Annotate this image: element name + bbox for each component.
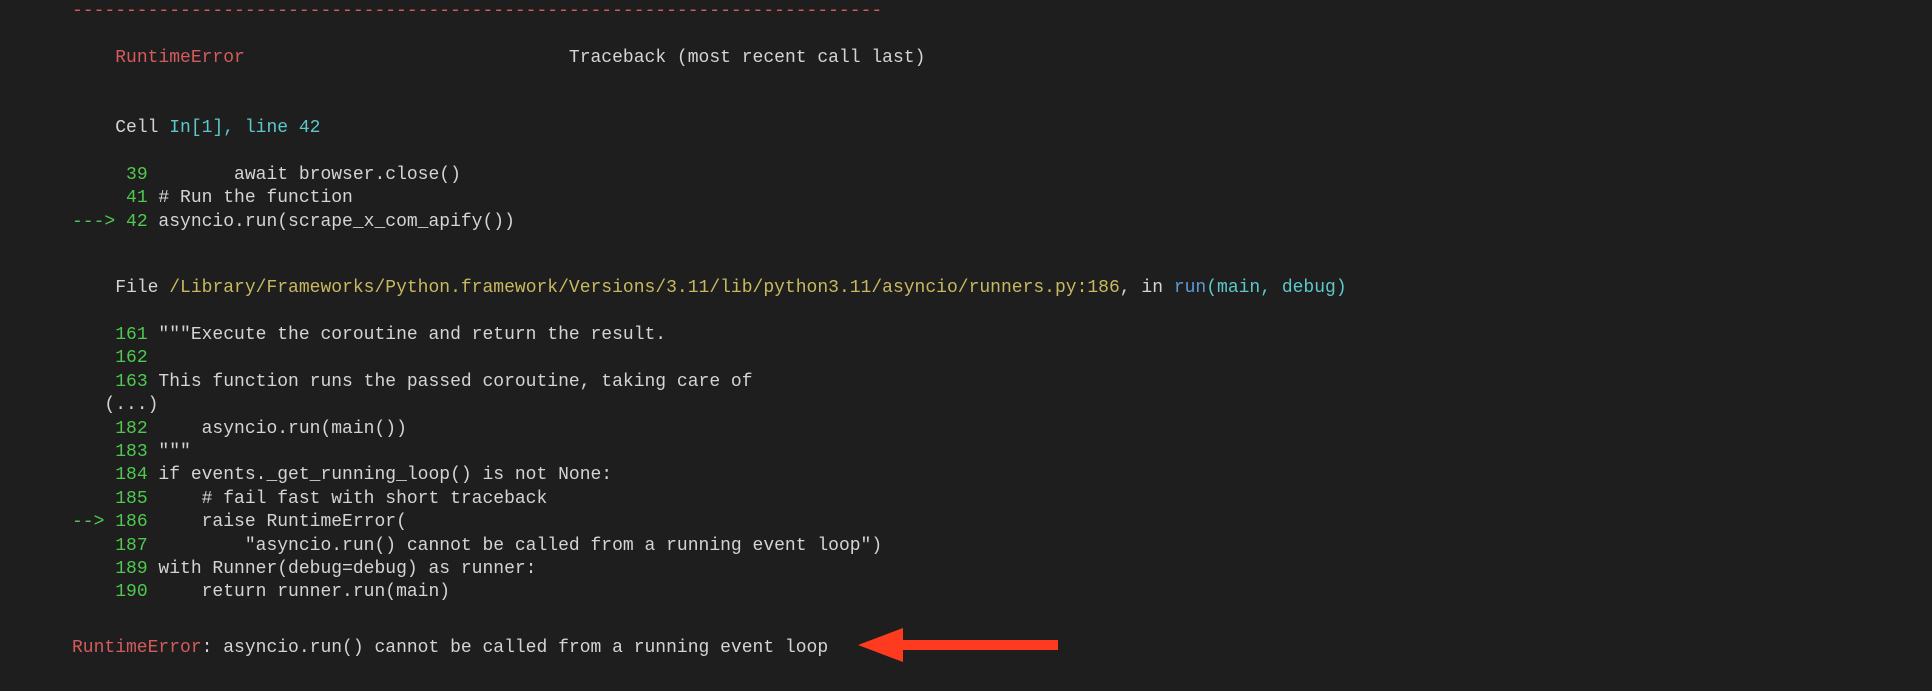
line-number: 184 [115, 465, 147, 485]
code-text: "asyncio.run() cannot be called from a r… [148, 536, 883, 556]
line-arrow [72, 465, 115, 485]
cell-prefix: Cell [115, 118, 169, 138]
code-line: --> 186 raise RuntimeError( [72, 511, 1892, 534]
code-line: 39 await browser.close() [72, 164, 1892, 187]
line-arrow [72, 419, 115, 439]
line-number: 42 [126, 212, 148, 232]
line-number: 183 [115, 442, 147, 462]
code-line: ---> 42 asyncio.run(scrape_x_com_apify()… [72, 211, 1892, 234]
code-line: 185 # fail fast with short traceback [72, 488, 1892, 511]
code-text: return runner.run(main) [148, 582, 450, 602]
code-line: 182 asyncio.run(main()) [72, 418, 1892, 441]
code-text: """Execute the coroutine and return the … [148, 325, 666, 345]
code-line: 161 """Execute the coroutine and return … [72, 324, 1892, 347]
line-arrow [72, 165, 126, 185]
line-number: 182 [115, 419, 147, 439]
code-text: """ [148, 442, 191, 462]
line-arrow [72, 582, 115, 602]
line-arrow [72, 395, 104, 415]
line-arrow [72, 188, 126, 208]
line-arrow [72, 348, 115, 368]
file-sep: , in [1120, 278, 1174, 298]
code-line: (...) [72, 394, 1892, 417]
line-number: 187 [115, 536, 147, 556]
line-number: 189 [115, 559, 147, 579]
code-line: 184 if events._get_running_loop() is not… [72, 464, 1892, 487]
error-header-line: RuntimeError Traceback (most recent call… [72, 23, 1892, 93]
file-prefix: File [115, 278, 169, 298]
exception-class: RuntimeError [115, 48, 245, 68]
code-text: asyncio.run(scrape_x_com_apify()) [148, 212, 515, 232]
code-text: # fail fast with short traceback [148, 489, 548, 509]
code-line: 187 "asyncio.run() cannot be called from… [72, 535, 1892, 558]
line-arrow [72, 536, 115, 556]
traceback-label: Traceback (most recent call last) [569, 48, 925, 68]
code-text: raise RuntimeError( [148, 512, 407, 532]
code-line: 183 """ [72, 441, 1892, 464]
final-error-line: RuntimeError: asyncio.run() cannot be ca… [72, 625, 1892, 673]
final-error-message: asyncio.run() cannot be called from a ru… [223, 638, 828, 658]
code-text: # Run the function [148, 188, 353, 208]
line-number: 163 [115, 372, 147, 392]
final-sep: : [202, 638, 224, 658]
line-arrow: ---> [72, 212, 126, 232]
line-number: 161 [115, 325, 147, 345]
line-number: 186 [115, 512, 147, 532]
cell-reference: In[1], line 42 [169, 118, 320, 138]
line-arrow: --> [72, 512, 115, 532]
code-line: 163 This function runs the passed corout… [72, 371, 1892, 394]
line-number: 185 [115, 489, 147, 509]
code-line: 189 with Runner(debug=debug) as runner: [72, 558, 1892, 581]
separator-line: ----------------------------------------… [72, 0, 1892, 23]
code-text: This function runs the passed coroutine,… [148, 372, 753, 392]
code-text: await browser.close() [148, 165, 461, 185]
line-number: 41 [126, 188, 148, 208]
code-text: if events._get_running_loop() is not Non… [148, 465, 612, 485]
line-arrow [72, 372, 115, 392]
line-number: 162 [115, 348, 147, 368]
arrow-icon [858, 625, 1058, 665]
line-arrow [72, 325, 115, 345]
file-func: run [1174, 278, 1206, 298]
line-arrow [72, 442, 115, 462]
code-line: 41 # Run the function [72, 187, 1892, 210]
code-text [148, 348, 159, 368]
line-arrow [72, 489, 115, 509]
final-exception-class: RuntimeError [72, 638, 202, 658]
line-number: 190 [115, 582, 147, 602]
code-text: asyncio.run(main()) [148, 419, 407, 439]
code-line: 190 return runner.run(main) [72, 581, 1892, 604]
code-line: 162 [72, 347, 1892, 370]
line-arrow [72, 559, 115, 579]
line-number: (...) [104, 395, 158, 415]
code-text: with Runner(debug=debug) as runner: [148, 559, 537, 579]
cell-code-block: 39 await browser.close() 41 # Run the fu… [72, 164, 1892, 234]
file-code-block: 161 """Execute the coroutine and return … [72, 324, 1892, 605]
file-func-args: (main, debug) [1206, 278, 1346, 298]
traceback-output: ----------------------------------------… [0, 0, 1932, 673]
cell-header: Cell In[1], line 42 [72, 94, 1892, 164]
file-path: /Library/Frameworks/Python.framework/Ver… [169, 278, 1120, 298]
annotation-arrow [858, 625, 1058, 673]
file-header: File /Library/Frameworks/Python.framewor… [72, 254, 1892, 324]
line-number: 39 [126, 165, 148, 185]
